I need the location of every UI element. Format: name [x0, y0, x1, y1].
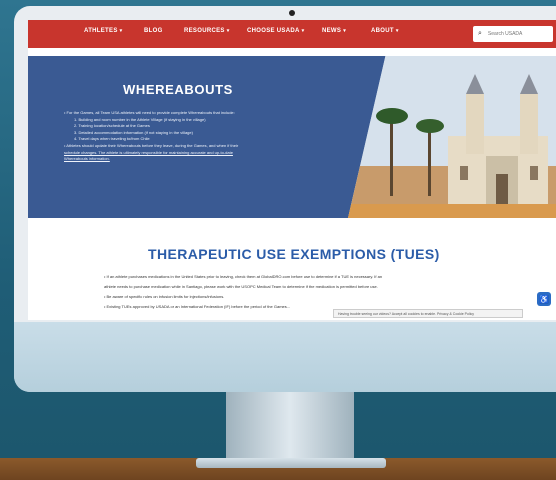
accessibility-button[interactable]: ♿ — [537, 292, 551, 306]
hero-line: 3. Detailed accommodation information (i… — [74, 129, 193, 135]
chevron-down-icon: ▾ — [395, 28, 399, 34]
nav-item-label: RESOURCES — [184, 28, 225, 34]
hero-list: • For the Games, all Team USA athletes w… — [64, 110, 354, 163]
nav-item-resources[interactable]: RESOURCES ▾ — [184, 28, 230, 34]
nav-item-label: NEWS — [322, 28, 342, 34]
monitor-chin — [14, 322, 556, 392]
hero-line: 2. Training location/schedule at the Gam… — [74, 123, 150, 129]
hero-line: 1. Building and room number in the Athle… — [74, 116, 206, 122]
hero-line: • For the Games, all Team USA athletes w… — [64, 110, 235, 115]
nav-item-label: ABOUT — [371, 28, 394, 34]
tues-list: • If an athlete purchases medications in… — [104, 272, 544, 312]
hero-link-line[interactable]: Whereabouts information. — [64, 156, 354, 163]
tues-line: • If an athlete purchases medications in… — [104, 274, 383, 279]
nav-item-choose-usada[interactable]: CHOOSE USADA ▾ — [247, 28, 304, 34]
tues-line: • Be aware of specific rules on infusion… — [104, 294, 225, 299]
search-input[interactable]: ⌕ Search USADA — [473, 26, 553, 42]
tues-line: athlete needs to purchase medication whi… — [104, 284, 378, 289]
nav-item-about[interactable]: ABOUT ▾ — [371, 28, 399, 34]
nav-item-blog[interactable]: BLOG — [144, 28, 163, 34]
chevron-down-icon: ▾ — [301, 28, 305, 34]
camera-dot — [289, 10, 295, 16]
nav-item-news[interactable]: NEWS ▾ — [322, 28, 346, 34]
hero-line: • Athletes should update their Whereabou… — [64, 142, 239, 148]
chevron-down-icon: ▾ — [343, 28, 347, 34]
monitor-stand-base — [196, 458, 386, 468]
cookie-banner[interactable]: Having trouble seeing our videos? Accept… — [333, 309, 523, 318]
hero-line: 4. Travel days when traveling to/from Ch… — [74, 136, 150, 142]
nav-item-label: BLOG — [144, 28, 163, 34]
nav-item-label: CHOOSE USADA — [247, 28, 300, 34]
scene: ATHLETES ▾ BLOG RESOURCES ▾ CHOOSE USADA… — [0, 0, 556, 480]
search-placeholder: Search USADA — [487, 31, 523, 37]
chevron-down-icon: ▾ — [119, 28, 123, 34]
nav-item-athletes[interactable]: ATHLETES ▾ — [84, 28, 122, 34]
chevron-down-icon: ▾ — [226, 28, 230, 34]
hero-link-line[interactable]: schedule changes. The athlete is ultimat… — [64, 150, 354, 157]
search-icon: ⌕ — [478, 30, 482, 37]
hero-title: WHEREABOUTS — [123, 82, 233, 97]
accessibility-icon: ♿ — [539, 294, 549, 304]
section-title: THERAPEUTIC USE EXEMPTIONS (TUES) — [148, 246, 440, 262]
main-nav: ATHLETES ▾ BLOG RESOURCES ▾ CHOOSE USADA… — [28, 20, 556, 48]
monitor-stand — [226, 386, 354, 466]
nav-item-label: ATHLETES — [84, 28, 118, 34]
browser-screen: ATHLETES ▾ BLOG RESOURCES ▾ CHOOSE USADA… — [28, 20, 556, 320]
